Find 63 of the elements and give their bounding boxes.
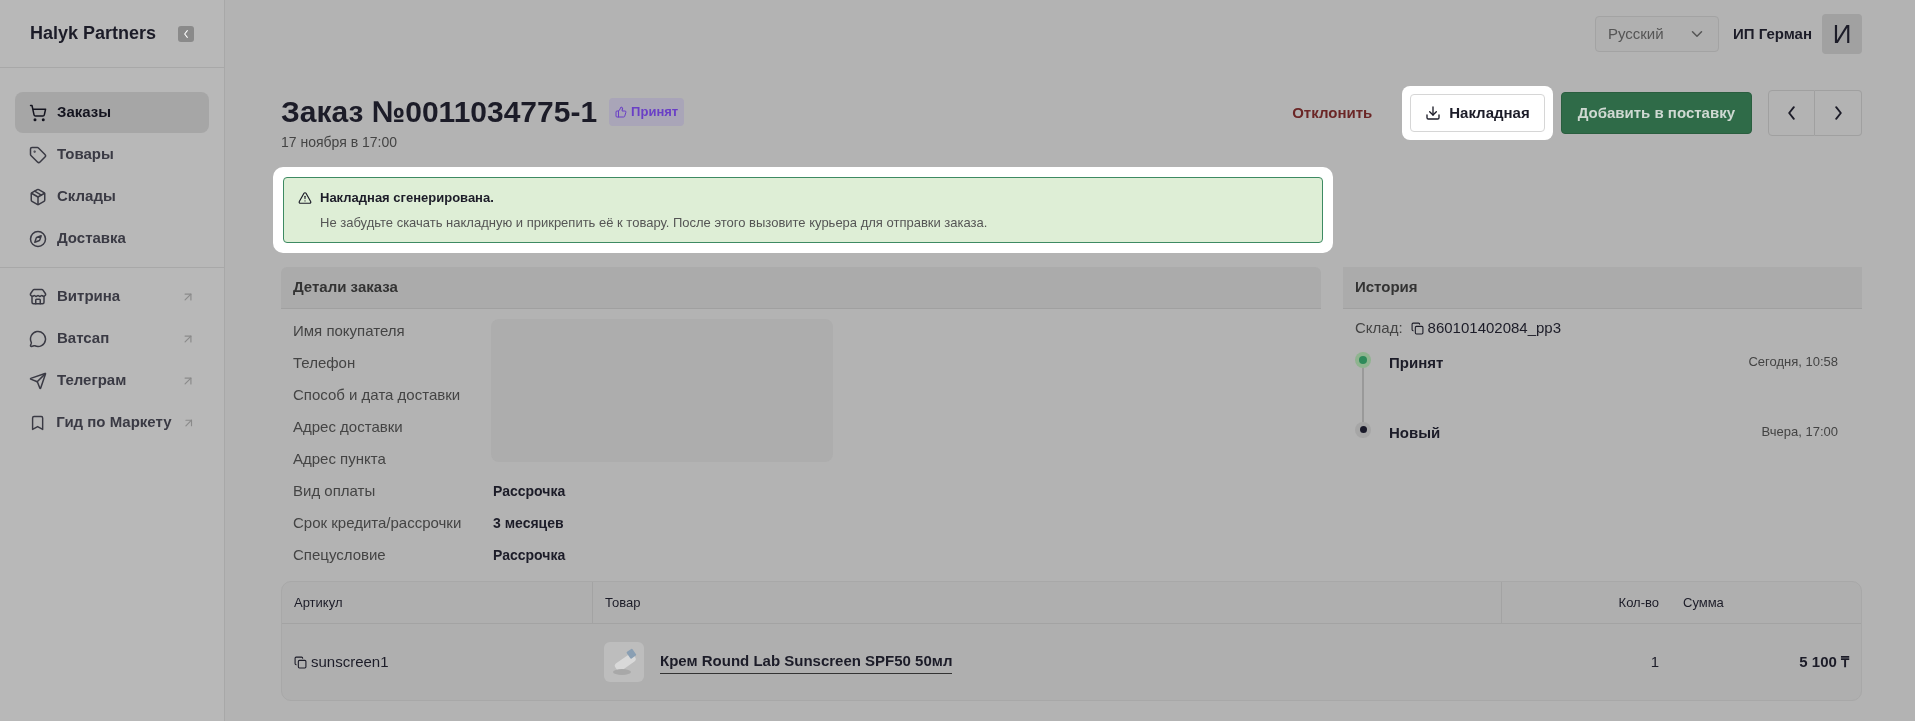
product-link[interactable]: Крем Round Lab Sunscreen SPF50 50мл bbox=[660, 650, 953, 674]
warehouse-label: Склад: bbox=[1355, 318, 1403, 338]
sku-cell-text: sunscreen1 bbox=[311, 651, 389, 672]
logo: Halyk Partners bbox=[30, 22, 157, 45]
store-icon bbox=[29, 287, 47, 306]
field-label: Способ и дата доставки bbox=[293, 384, 462, 405]
field-label: Адрес доставки bbox=[293, 416, 404, 437]
event-status: Принят bbox=[1389, 352, 1445, 373]
event-time: Вчера, 17:00 bbox=[1761, 422, 1838, 441]
chat-icon bbox=[29, 329, 47, 348]
sidebar-item[interactable]: Заказы bbox=[15, 92, 209, 133]
collapse-button[interactable] bbox=[178, 25, 194, 42]
field-value: Рассрочка bbox=[493, 545, 566, 565]
event-status: Новый bbox=[1389, 422, 1442, 443]
field-label: Телефон bbox=[293, 352, 357, 373]
copy-icon[interactable] bbox=[294, 655, 307, 669]
order-title: Заказ №0011034775-1 bbox=[281, 94, 598, 130]
chevron-left-icon bbox=[184, 29, 188, 38]
tag-icon bbox=[29, 145, 47, 164]
reject-button[interactable]: Отклонить bbox=[1278, 92, 1387, 134]
field-label: Имя покупателя bbox=[293, 320, 406, 341]
sidebar-item[interactable]: Телеграм bbox=[15, 360, 209, 401]
field-value: 3 месяцев bbox=[493, 513, 564, 533]
sidebar-item[interactable]: Витрина bbox=[15, 276, 209, 317]
column-header: Товар bbox=[592, 582, 1501, 623]
invoice-button[interactable]: Накладная bbox=[1410, 94, 1545, 132]
avatar[interactable]: И bbox=[1822, 14, 1862, 54]
column-header: Сумма bbox=[1682, 593, 1725, 612]
alert-title: Накладная сгенерирована. bbox=[320, 189, 494, 207]
warehouse-id: 860101402084_pp3 bbox=[1427, 318, 1562, 338]
status-badge: Принят bbox=[609, 98, 685, 126]
field-label: Срок кредита/рассрочки bbox=[293, 512, 463, 533]
field-label: Спецусловие bbox=[293, 544, 387, 565]
sidebar-item[interactable]: Ватсап bbox=[15, 318, 209, 359]
sum-cell-text: 5 100 ₸ bbox=[1798, 651, 1851, 672]
panel-title: История bbox=[1355, 277, 1418, 298]
panel-title: Детали заказа bbox=[293, 277, 398, 298]
field-label: Адрес пункта bbox=[293, 448, 387, 469]
paper-plane-icon bbox=[29, 371, 47, 390]
event-time: Сегодня, 10:58 bbox=[1748, 352, 1838, 371]
column-header: Артикул bbox=[293, 593, 344, 612]
box-icon bbox=[29, 187, 47, 206]
chevron-left-icon bbox=[1788, 106, 1795, 120]
copy-icon[interactable] bbox=[1410, 321, 1424, 335]
field-label: Вид оплаты bbox=[293, 480, 377, 501]
quantity-cell-text: 1 bbox=[1649, 651, 1660, 672]
download-icon bbox=[1425, 105, 1442, 121]
language-select[interactable]: Русский bbox=[1594, 16, 1719, 52]
column-header: Кол-во bbox=[1501, 582, 1671, 623]
cart-icon bbox=[29, 103, 47, 122]
add-to-shipment-button[interactable]: Добавить в поставку bbox=[1560, 92, 1752, 134]
field-value: Рассрочка bbox=[493, 481, 566, 501]
sidebar-item[interactable]: Гид по Маркету bbox=[15, 402, 209, 443]
alert-text: Не забудьте скачать накладную и прикрепить её к товару. После этого вызовите курьера для отправки заказа. bbox=[319, 213, 989, 232]
user-name: ИП Герман bbox=[1732, 23, 1812, 44]
sidebar-item[interactable]: Товары bbox=[15, 134, 209, 175]
chevron-right-icon bbox=[1834, 106, 1842, 120]
thumbs-up-icon bbox=[615, 106, 628, 118]
warning-icon bbox=[298, 190, 312, 205]
sidebar-item[interactable]: Доставка bbox=[15, 218, 209, 259]
compass-icon bbox=[29, 229, 47, 248]
order-date: 17 ноября в 17:00 bbox=[281, 133, 399, 152]
sidebar-item[interactable]: Склады bbox=[15, 176, 209, 217]
